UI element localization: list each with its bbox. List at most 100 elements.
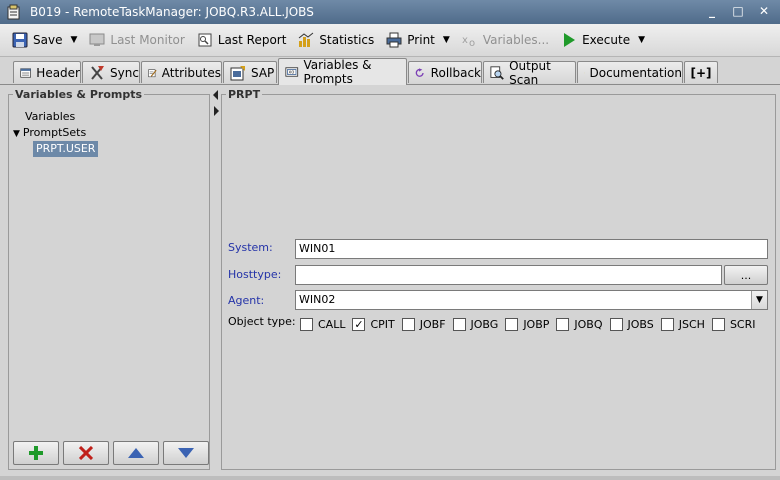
checkbox-box[interactable] [505,318,519,331]
system-field[interactable]: WIN01 [295,239,768,259]
checkbox-box[interactable] [609,318,623,331]
last-monitor-button[interactable]: Last Monitor [85,28,188,52]
play-icon [564,33,576,47]
checkbox-label: CALL [318,318,346,331]
tree-item-variables[interactable]: Variables [13,109,98,125]
last-report-label: Last Report [217,33,287,47]
svg-text:o: o [469,38,475,48]
app-icon [6,4,22,20]
statistics-icon [299,32,314,47]
output-scan-icon [490,65,504,80]
promptsets-label: PromptSets [22,126,87,139]
save-dropdown-icon[interactable]: ▼ [70,35,77,45]
report-icon [198,33,212,47]
tab-documentation-label: Documentation [589,65,682,80]
chevron-down-icon[interactable]: ▼ [751,291,767,309]
maximize-button[interactable]: □ [730,3,746,19]
tab-sync[interactable]: Sync [82,61,140,83]
checkbox-label: CPIT [370,318,395,331]
checkbox-scri[interactable]: SCRI [711,318,756,331]
variables-prompts-panel: Variables & Prompts Variables ▼ PromptSet… [8,88,210,470]
tab-rollback-label: Rollback [430,65,481,80]
save-button[interactable]: Save ▼ [8,28,81,52]
add-tab-button[interactable]: [+] [684,61,718,83]
collapse-left-icon[interactable] [212,90,220,100]
hosttype-browse-button[interactable]: ... [724,265,768,285]
checkbox-box[interactable] [660,318,674,331]
delete-button[interactable] [63,441,109,465]
window-title: B019 - RemoteTaskManager: JOBQ.R3.ALL.JO… [30,5,314,19]
sync-icon [91,65,104,80]
checkbox-box[interactable] [300,318,313,331]
agent-label: Agent: [228,294,265,307]
collapse-right-icon[interactable] [212,106,220,116]
checkbox-box[interactable] [452,318,466,331]
move-down-button[interactable] [163,441,209,465]
title-bar: B019 - RemoteTaskManager: JOBQ.R3.ALL.JO… [0,0,780,24]
arrow-up-icon [128,448,144,458]
rollback-icon [415,67,424,77]
save-label: Save [33,33,63,47]
tab-documentation[interactable]: Documentation [577,61,683,83]
statistics-button[interactable]: Statistics [294,28,378,52]
left-panel-title: Variables & Prompts [13,88,145,101]
save-icon [12,32,28,48]
checkbox-box[interactable] [711,318,725,331]
print-dropdown-icon[interactable]: ▼ [443,35,450,45]
tree-item-prpt-user-label: PRPT.USER [33,141,99,157]
hosttype-field[interactable] [295,265,722,285]
checkbox-box-checked[interactable]: ✓ [352,318,366,331]
checkbox-box[interactable] [401,318,415,331]
checkbox-jobg[interactable]: JOBG [452,318,499,331]
status-strip [0,476,780,480]
object-type-checkboxes: CALL ✓ CPIT JOBF JOBG JOBP JOBQ JOBS JSCH… [300,318,763,331]
add-button[interactable] [13,441,59,465]
expand-arrow-icon[interactable]: ▼ [13,129,20,139]
checkbox-jobp[interactable]: JOBP [505,318,549,331]
attributes-icon [148,68,157,77]
tab-sap-label: SAP [251,65,275,80]
variables-icon: xo [285,67,299,77]
panel-splitter[interactable] [211,88,219,118]
checkbox-jobs[interactable]: JOBS [609,318,654,331]
checkbox-label: SCRI [729,318,756,331]
checkbox-jsch[interactable]: JSCH [660,318,705,331]
tab-sap[interactable]: SAP [223,61,277,83]
svg-text:xo: xo [288,70,294,76]
checkbox-cpit[interactable]: ✓ CPIT [352,318,395,331]
minimize-button[interactable]: _ [704,3,720,19]
execute-button[interactable]: Execute ▼ [557,28,649,52]
tree-item-prpt-user[interactable]: PRPT.USER [13,141,99,157]
add-tab-icon: [+] [690,65,712,80]
checkbox-jobq[interactable]: JOBQ [556,318,603,331]
checkbox-jobf[interactable]: JOBF [401,318,446,331]
print-icon [386,32,402,48]
tab-rollback[interactable]: Rollback [408,61,482,83]
tree-item-promptsets[interactable]: ▼ PromptSets [13,125,98,141]
tab-header-label: Header [36,65,80,80]
print-button[interactable]: Print ▼ [382,28,454,52]
tab-attributes[interactable]: Attributes [141,61,222,83]
close-button[interactable]: ✕ [756,3,772,19]
agent-value: WIN02 [299,293,336,306]
variables-button[interactable]: xo Variables... [458,28,553,52]
checkbox-call[interactable]: CALL [300,318,345,331]
tab-attributes-label: Attributes [161,65,221,80]
agent-select[interactable]: WIN02 ▼ [295,290,768,310]
system-label: System: [228,241,273,254]
tab-variables-prompts[interactable]: xo Variables & Prompts [278,58,407,86]
checkbox-label: JSCH [678,318,705,331]
checkbox-label: JOBG [470,318,499,331]
checkbox-label: JOBF [419,318,446,331]
move-up-button[interactable] [113,441,159,465]
hosttype-label: Hosttype: [228,268,282,281]
tab-header[interactable]: Header [13,61,81,83]
sap-icon [230,65,245,80]
tab-output-scan[interactable]: Output Scan [483,59,576,87]
checkbox-label: JOBP [523,318,550,331]
checkbox-box[interactable] [556,318,570,331]
variables-xo-icon: xo [462,35,475,48]
statistics-label: Statistics [319,33,375,47]
last-report-button[interactable]: Last Report [193,28,291,52]
execute-dropdown-icon[interactable]: ▼ [638,35,645,45]
